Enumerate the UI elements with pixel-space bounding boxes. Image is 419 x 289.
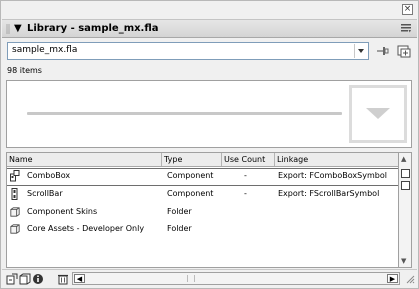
list-item[interactable]: ComboBox Component - Export: FComboBoxSy… — [7, 167, 399, 185]
component-icon — [11, 188, 18, 200]
close-panel-button[interactable]: × — [402, 4, 413, 15]
trash-icon[interactable] — [57, 273, 69, 285]
item-name: Component Skins — [27, 207, 98, 216]
new-folder-icon[interactable] — [19, 273, 31, 285]
item-type: Component — [167, 171, 214, 180]
column-header-use-count[interactable]: Use Count — [222, 153, 275, 166]
preview-combobox-graphic — [349, 85, 407, 143]
bottom-toolbar: ◀ ▶ — [2, 269, 417, 287]
vertical-scrollbar[interactable]: ▲ ▼ — [398, 152, 412, 268]
list-item[interactable]: Core Assets - Developer Only Folder — [7, 220, 399, 238]
list-item[interactable]: ScrollBar Component - Export: FScrollBar… — [7, 185, 399, 203]
item-name: ComboBox — [27, 171, 71, 180]
scroll-down-icon[interactable]: ▼ — [401, 257, 406, 265]
item-name: Core Assets - Developer Only — [27, 224, 145, 233]
column-header-type[interactable]: Type — [162, 153, 222, 166]
item-count-label: 98 items — [7, 66, 42, 75]
options-menu-icon[interactable] — [401, 24, 411, 33]
collapse-arrow-icon[interactable]: ▼ — [14, 22, 22, 36]
symbol-preview — [6, 80, 412, 148]
column-header-linkage[interactable]: Linkage — [275, 153, 399, 166]
panel-title-bar[interactable]: ▼ Library - sample_mx.fla — [2, 19, 417, 38]
scroll-right-icon[interactable]: ▶ — [387, 274, 398, 283]
list-item[interactable]: Component Skins Folder — [7, 203, 399, 221]
component-icon — [10, 170, 20, 182]
list-header: Name Type Use Count Linkage — [7, 153, 399, 167]
document-select-value: sample_mx.fla — [12, 45, 78, 55]
column-header-name[interactable]: Name — [7, 153, 162, 166]
item-type: Folder — [167, 207, 192, 216]
new-symbol-icon[interactable] — [6, 273, 18, 285]
wide-state-button[interactable] — [401, 169, 410, 178]
item-linkage: Export: FScrollBarSymbol — [278, 189, 380, 198]
item-linkage: Export: FComboBoxSymbol — [278, 171, 387, 180]
pin-library-icon[interactable] — [375, 44, 389, 58]
new-library-panel-icon[interactable] — [397, 44, 411, 58]
chevron-down-icon[interactable] — [354, 44, 367, 58]
preview-scrollbar-graphic — [27, 112, 342, 115]
horizontal-scrollbar[interactable]: ◀ ▶ — [72, 272, 400, 285]
library-item-list: Name Type Use Count Linkage ComboBox Com… — [6, 152, 399, 268]
item-use-count: - — [244, 189, 247, 198]
item-use-count: - — [244, 171, 247, 180]
folder-icon — [10, 224, 20, 234]
properties-icon[interactable] — [32, 273, 44, 285]
item-type: Component — [167, 189, 214, 198]
panel-title: Library - sample_mx.fla — [27, 23, 159, 34]
folder-icon — [10, 207, 20, 217]
item-type: Folder — [167, 224, 192, 233]
item-name: ScrollBar — [27, 189, 63, 198]
narrow-state-button[interactable] — [401, 181, 410, 190]
library-panel: × ▼ Library - sample_mx.fla sample_mx.fl… — [0, 0, 419, 289]
document-select[interactable]: sample_mx.fla — [7, 42, 369, 60]
resize-grip-icon[interactable] — [405, 274, 415, 284]
scroll-up-icon[interactable]: ▲ — [401, 155, 406, 163]
scroll-thumb[interactable] — [187, 275, 195, 282]
document-row: sample_mx.fla — [2, 39, 417, 63]
scroll-left-icon[interactable]: ◀ — [74, 274, 85, 283]
drag-grip-icon[interactable] — [6, 24, 10, 34]
